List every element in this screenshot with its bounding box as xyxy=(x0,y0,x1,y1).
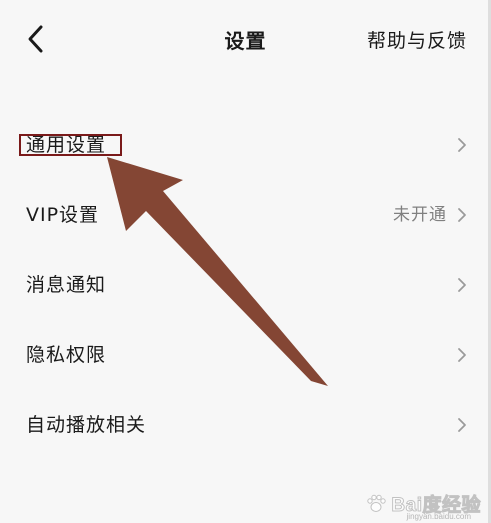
help-feedback-link[interactable]: 帮助与反馈 xyxy=(367,26,467,53)
settings-list: 通用设置 VIP设置 未开通 消息通知 隐私权限 自动播放相关 xyxy=(0,110,491,460)
settings-row-vip[interactable]: VIP设置 未开通 xyxy=(0,180,491,250)
settings-row-label: 通用设置 xyxy=(26,134,107,156)
settings-row-label: 自动播放相关 xyxy=(26,414,147,436)
chevron-right-icon xyxy=(457,207,467,223)
settings-row-label: 隐私权限 xyxy=(26,344,107,366)
settings-row-autoplay[interactable]: 自动播放相关 xyxy=(0,390,491,460)
settings-row-general[interactable]: 通用设置 xyxy=(0,110,491,180)
chevron-right-icon xyxy=(457,347,467,363)
watermark-subtext: jingyan.baidu.com xyxy=(406,512,471,521)
vip-status-value: 未开通 xyxy=(393,205,447,225)
settings-row-notifications[interactable]: 消息通知 xyxy=(0,250,491,320)
chevron-right-icon xyxy=(457,137,467,153)
chevron-right-icon xyxy=(457,417,467,433)
settings-row-label: 消息通知 xyxy=(26,274,107,296)
chevron-right-icon xyxy=(457,277,467,293)
settings-row-privacy[interactable]: 隐私权限 xyxy=(0,320,491,390)
settings-row-label: VIP设置 xyxy=(26,204,100,226)
paw-icon xyxy=(367,494,387,512)
